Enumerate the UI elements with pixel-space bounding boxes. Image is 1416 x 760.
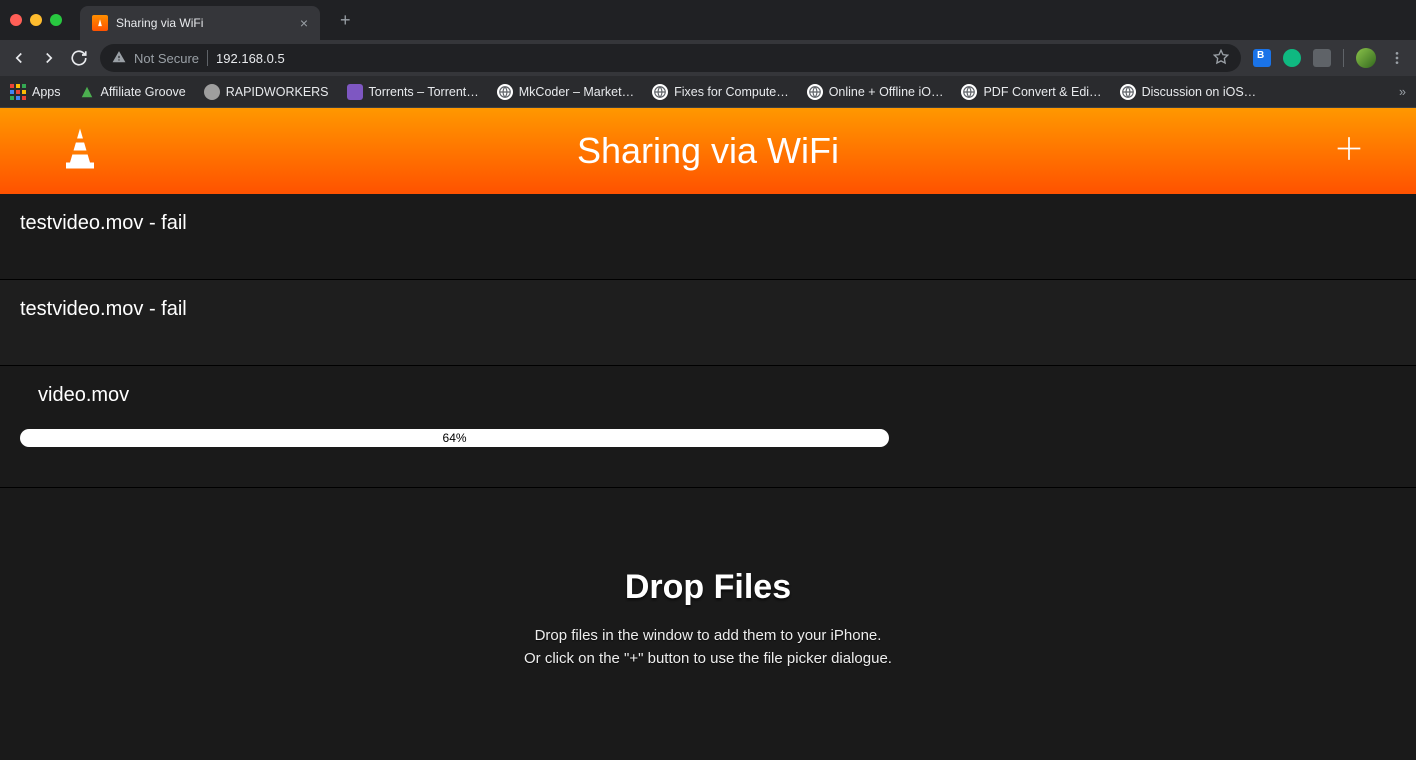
bookmark-favicon-icon xyxy=(347,84,363,100)
new-tab-button[interactable]: + xyxy=(332,6,359,35)
globe-icon xyxy=(1120,84,1136,100)
apps-icon xyxy=(10,84,26,100)
bookmark-star-icon[interactable] xyxy=(1213,49,1229,68)
progress-percent-label: 64% xyxy=(443,431,467,445)
bookmark-apps[interactable]: Apps xyxy=(10,84,61,100)
bookmark-item[interactable]: MkCoder – Market… xyxy=(497,84,634,100)
profile-avatar[interactable] xyxy=(1356,48,1376,68)
window-controls xyxy=(10,14,62,26)
drop-zone[interactable]: Drop Files Drop files in the window to a… xyxy=(0,488,1416,730)
browser-toolbar: Not Secure 192.168.0.5 xyxy=(0,40,1416,76)
extension-icon[interactable] xyxy=(1253,49,1271,67)
toolbar-right-icons xyxy=(1253,48,1406,68)
file-name: testvideo.mov - fail xyxy=(20,212,1396,235)
add-file-button[interactable] xyxy=(1332,132,1366,171)
bookmark-label: Discussion on iOS… xyxy=(1142,85,1257,99)
extension-icon[interactable] xyxy=(1313,49,1331,67)
bookmark-item[interactable]: Affiliate Groove xyxy=(79,84,186,100)
back-button[interactable] xyxy=(10,49,28,67)
bookmark-item[interactable]: Fixes for Compute… xyxy=(652,84,789,100)
page-content: Sharing via WiFi testvideo.mov - fail te… xyxy=(0,108,1416,760)
globe-icon xyxy=(807,84,823,100)
reload-button[interactable] xyxy=(70,49,88,67)
bookmarks-bar: Apps Affiliate Groove RAPIDWORKERS Torre… xyxy=(0,76,1416,108)
extension-icon[interactable] xyxy=(1283,49,1301,67)
bookmarks-overflow-icon[interactable]: » xyxy=(1399,85,1406,99)
file-row: testvideo.mov - fail xyxy=(0,280,1416,366)
bookmark-label: RAPIDWORKERS xyxy=(226,85,329,99)
bookmark-item[interactable]: Torrents – Torrent… xyxy=(347,84,479,100)
bookmark-item[interactable]: Discussion on iOS… xyxy=(1120,84,1257,100)
bookmark-label: PDF Convert & Edi… xyxy=(983,85,1101,99)
file-row: testvideo.mov - fail xyxy=(0,194,1416,280)
security-label: Not Secure xyxy=(134,51,199,66)
separator xyxy=(1343,49,1344,67)
globe-icon xyxy=(652,84,668,100)
address-separator xyxy=(207,50,208,66)
file-name: testvideo.mov - fail xyxy=(20,298,1396,321)
page-title: Sharing via WiFi xyxy=(577,130,839,172)
close-window-button[interactable] xyxy=(10,14,22,26)
tab-title: Sharing via WiFi xyxy=(116,16,292,30)
close-tab-icon[interactable]: × xyxy=(300,15,308,31)
bookmark-label: Affiliate Groove xyxy=(101,85,186,99)
bookmark-label: MkCoder – Market… xyxy=(519,85,634,99)
forward-button[interactable] xyxy=(40,49,58,67)
progress-track: 64% xyxy=(20,429,1378,447)
drop-zone-line2: Or click on the "+" button to use the fi… xyxy=(20,648,1396,671)
url-text: 192.168.0.5 xyxy=(216,51,285,66)
bookmark-item[interactable]: PDF Convert & Edi… xyxy=(961,84,1101,100)
globe-icon xyxy=(961,84,977,100)
vlc-cone-icon xyxy=(60,127,100,176)
vlc-favicon-icon xyxy=(92,15,108,31)
bookmark-label: Torrents – Torrent… xyxy=(369,85,479,99)
bookmark-label: Apps xyxy=(32,85,61,99)
maximize-window-button[interactable] xyxy=(50,14,62,26)
progress-bar: 64% xyxy=(20,429,889,447)
menu-icon[interactable] xyxy=(1388,49,1406,67)
bookmark-label: Online + Offline iO… xyxy=(829,85,944,99)
bookmark-label: Fixes for Compute… xyxy=(674,85,789,99)
address-bar[interactable]: Not Secure 192.168.0.5 xyxy=(100,44,1241,72)
globe-icon xyxy=(497,84,513,100)
upload-file-name: video.mov xyxy=(38,384,1396,407)
bookmark-item[interactable]: RAPIDWORKERS xyxy=(204,84,329,100)
not-secure-icon xyxy=(112,50,126,67)
bookmark-item[interactable]: Online + Offline iO… xyxy=(807,84,944,100)
drop-zone-title: Drop Files xyxy=(20,568,1396,607)
bookmark-favicon-icon xyxy=(79,84,95,100)
browser-tab[interactable]: Sharing via WiFi × xyxy=(80,6,320,40)
browser-tab-strip: Sharing via WiFi × + xyxy=(0,0,1416,40)
bookmark-favicon-icon xyxy=(204,84,220,100)
page-header: Sharing via WiFi xyxy=(0,108,1416,194)
drop-zone-line1: Drop files in the window to add them to … xyxy=(20,625,1396,648)
upload-row: video.mov 64% xyxy=(0,366,1416,488)
minimize-window-button[interactable] xyxy=(30,14,42,26)
